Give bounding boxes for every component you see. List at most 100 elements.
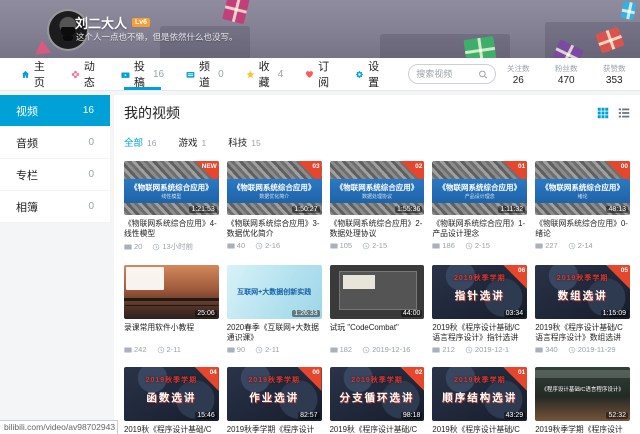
video-title[interactable]: 2019秋《程序设计基础/C语言程序	[330, 425, 425, 434]
video-thumbnail[interactable]: 《物联网系统综合应用》 产品设计理念 01 1:11:32	[432, 161, 527, 215]
nav-item-label: 主页	[34, 58, 49, 90]
video-thumbnail[interactable]: 《物联网系统综合应用》 数据优化简介 03 1:50:27	[227, 161, 322, 215]
nav-item[interactable]: 设置	[344, 58, 394, 90]
filter-tab[interactable]: 全部 16	[124, 135, 156, 149]
video-title[interactable]: 2019秋《程序设计基础/C语言程序设计》指针选讲	[432, 323, 527, 342]
video-thumbnail[interactable]: 互联网+大数据创新实践 1:26:33	[227, 265, 322, 319]
video-thumbnail[interactable]: 《程序设计基础/C语言程序设计》 52:32	[535, 367, 630, 421]
thumbnail-overlay-title: 《程序设计基础/C语言程序设计》	[535, 385, 630, 393]
search-input[interactable]	[416, 69, 478, 79]
upload-date: 2-14	[578, 241, 593, 250]
video-thumbnail[interactable]: 《物联网系统综合应用》 绪论 00 48:13	[535, 161, 630, 215]
stat-item[interactable]: 粉丝数 470	[544, 63, 588, 86]
nav-item-icon	[121, 68, 130, 81]
nav-item[interactable]: 投稿 16	[110, 58, 175, 90]
video-card[interactable]: 《程序设计基础/C语言程序设计》 52:32 2019秋季学期《程序设计基础/C…	[535, 367, 630, 434]
thumbnail-overlay-title: 《物联网系统综合应用》	[432, 182, 527, 193]
filter-tab[interactable]: 科技 15	[228, 135, 260, 149]
video-card[interactable]: 互联网+大数据创新实践 1:26:33 2020春季《互联网+大数据通识课》 9…	[227, 265, 322, 354]
video-card[interactable]: 《物联网系统综合应用》 绪论 00 48:13 《物联网系统综合应用》0-绪论 …	[535, 161, 630, 252]
video-thumbnail[interactable]: 2019秋季学期 分支循环选讲 02 98:18	[330, 367, 425, 421]
thumbnail-overlay-subtitle: 绪论	[535, 193, 630, 200]
video-search-box[interactable]	[408, 64, 496, 84]
video-title[interactable]: 2019秋《程序设计基础/C语言程序设计》数组选讲	[535, 323, 630, 342]
video-thumbnail[interactable]: 《物联网系统综合应用》 数据处理协议 02 1:55:36	[330, 161, 425, 215]
video-card[interactable]: 2019秋季学期 顺序结构选讲 01 43:29 2019秋《程序设计基础/C语…	[432, 367, 527, 434]
video-title[interactable]: 《物联网系统综合应用》4-线性模型	[124, 219, 219, 238]
video-card[interactable]: 2019秋季学期 分支循环选讲 02 98:18 2019秋《程序设计基础/C语…	[330, 367, 425, 434]
video-title[interactable]: 《物联网系统综合应用》0-绪论	[535, 219, 630, 238]
sidebar-item[interactable]: 视频 16	[0, 95, 110, 127]
sidebar-item[interactable]: 音频 0	[0, 127, 110, 159]
nav-item-label: 频道	[199, 58, 214, 90]
video-title[interactable]: 试玩 "CodeCombat"	[330, 323, 425, 342]
filter-count: 1	[202, 138, 207, 148]
thumbnail-overlay-title: 《物联网系统综合应用》	[124, 182, 219, 193]
video-thumbnail[interactable]: 2019秋季学期 指针选讲 06 03:34	[432, 265, 527, 319]
nav-item[interactable]: 主页	[10, 58, 60, 90]
thumbnail-overlay-subtitle: 产品设计理念	[432, 193, 527, 200]
video-title[interactable]: 2020春季《互联网+大数据通识课》	[227, 323, 322, 342]
nav-item-icon	[21, 68, 30, 81]
user-signature: 这个人一点也不懒，但是依然什么也没写。	[76, 31, 238, 43]
video-card[interactable]: 《物联网系统综合应用》 线性模型 NEW 1:21:53 《物联网系统综合应用》…	[124, 161, 219, 252]
clock-icon	[362, 242, 370, 250]
upload-date: 2019-12-1	[475, 345, 509, 354]
video-thumbnail[interactable]: 44:00	[330, 265, 425, 319]
stat-label: 获赞数	[592, 63, 636, 74]
video-thumbnail[interactable]: 《物联网系统综合应用》 线性模型 NEW 1:21:53	[124, 161, 219, 215]
video-title[interactable]: 录课常用软件小教程	[124, 323, 219, 342]
nav-item-label: 动态	[84, 58, 99, 90]
video-title[interactable]: 2019秋《程序设计基础/C语言程序	[432, 425, 527, 434]
video-thumbnail[interactable]: 2019秋季学期 顺序结构选讲 01 43:29	[432, 367, 527, 421]
video-card[interactable]: 《物联网系统综合应用》 产品设计理念 01 1:11:32 《物联网系统综合应用…	[432, 161, 527, 252]
video-card[interactable]: 《物联网系统综合应用》 数据优化简介 03 1:50:27 《物联网系统综合应用…	[227, 161, 322, 252]
clock-icon	[362, 346, 370, 354]
video-meta: 105 2-15	[330, 241, 425, 250]
thumbnail-overlay-title: 顺序结构选讲	[432, 390, 527, 405]
video-thumbnail[interactable]: 25:06	[124, 265, 219, 319]
sidebar-item-count: 0	[88, 201, 94, 212]
video-title[interactable]: 《物联网系统综合应用》2-数据处理协议	[330, 219, 425, 238]
video-thumbnail[interactable]: 2019秋季学期 数组选讲 05 1:15:09	[535, 265, 630, 319]
nav-item[interactable]: 动态	[60, 58, 110, 90]
thumbnail-overlay-title: 函数选讲	[124, 390, 219, 405]
video-card[interactable]: 2019秋季学期 作业选讲 00 82:57 2019秋季学期《程序设计基础/C…	[227, 367, 322, 434]
grid-view-icon[interactable]	[597, 107, 609, 119]
video-card[interactable]: 2019秋季学期 数组选讲 05 1:15:09 2019秋《程序设计基础/C语…	[535, 265, 630, 354]
stat-item[interactable]: 关注数 26	[496, 63, 540, 86]
duration-badge: 15:46	[195, 412, 217, 419]
filter-tab[interactable]: 游戏 1	[178, 135, 206, 149]
video-title[interactable]: 2019秋《程序设计基础/C语言程序	[124, 425, 219, 434]
thumbnail-overlay-title: 作业选讲	[227, 390, 322, 405]
thumbnail-overlay-top: 2019秋季学期	[432, 273, 527, 283]
sidebar-item[interactable]: 相簿 0	[0, 191, 110, 223]
nav-item[interactable]: 频道 0	[175, 58, 235, 90]
list-view-icon[interactable]	[618, 107, 630, 119]
video-thumbnail[interactable]: 2019秋季学期 函数选讲 04 15:46	[124, 367, 219, 421]
view-count: 212	[442, 345, 455, 354]
video-title[interactable]: 2019秋季学期《程序设计基础/C语	[227, 425, 322, 434]
duration-badge: 03:34	[504, 310, 526, 317]
duration-badge: 98:18	[401, 412, 423, 419]
video-card[interactable]: 2019秋季学期 指针选讲 06 03:34 2019秋《程序设计基础/C语言程…	[432, 265, 527, 354]
nav-item[interactable]: 订阅	[294, 58, 344, 90]
stat-item[interactable]: 获赞数 353	[592, 63, 636, 86]
thumbnail-overlay-subtitle: 数据处理协议	[330, 193, 425, 200]
view-count: 242	[134, 345, 147, 354]
video-card[interactable]: 25:06 录课常用软件小教程 242 2-11	[124, 265, 219, 354]
video-card[interactable]: 2019秋季学期 函数选讲 04 15:46 2019秋《程序设计基础/C语言程…	[124, 367, 219, 434]
video-title[interactable]: 2019秋季学期《程序设计基础/C语	[535, 425, 630, 434]
thumbnail-overlay-title: 《物联网系统综合应用》	[227, 182, 322, 193]
video-thumbnail[interactable]: 2019秋季学期 作业选讲 00 82:57	[227, 367, 322, 421]
main-panel: 我的视频 全部 16 游戏 1 科技 15 《物联网系统综合应用》 线性模型 N…	[114, 95, 640, 434]
video-title[interactable]: 《物联网系统综合应用》1-产品设计理念	[432, 219, 527, 238]
video-card[interactable]: 《物联网系统综合应用》 数据处理协议 02 1:55:36 《物联网系统综合应用…	[330, 161, 425, 252]
view-count: 40	[237, 241, 245, 250]
video-meta: 182 2019-12-16	[330, 345, 425, 354]
upload-date: 13小时前	[162, 241, 193, 252]
video-card[interactable]: 44:00 试玩 "CodeCombat" 182 2019-12-16	[330, 265, 425, 354]
sidebar-item[interactable]: 专栏 0	[0, 159, 110, 191]
nav-item[interactable]: 收藏 4	[235, 58, 295, 90]
video-title[interactable]: 《物联网系统综合应用》3-数据优化简介	[227, 219, 322, 238]
